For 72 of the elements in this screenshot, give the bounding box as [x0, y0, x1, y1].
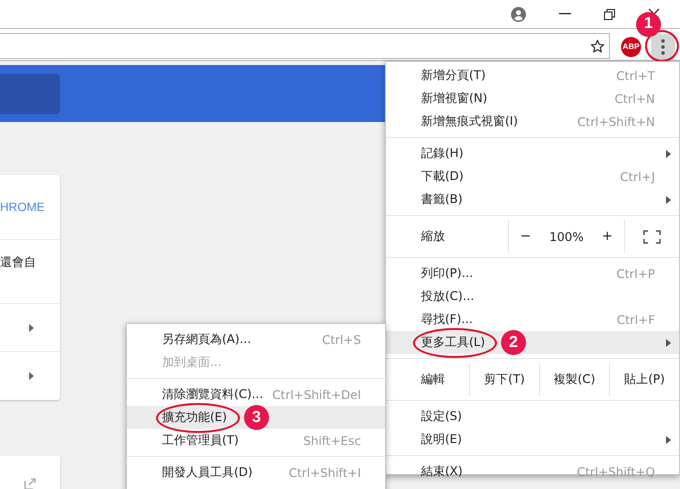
adblock-badge[interactable]: ABP — [621, 36, 641, 56]
menu-item[interactable]: 工作管理員(T) Shift+Esc — [127, 429, 385, 452]
menu-icon[interactable] — [651, 34, 675, 60]
menu-item[interactable]: 結束(X) Ctrl+Shift+Q — [386, 460, 679, 483]
shortcut-text: Ctrl+P — [616, 266, 655, 280]
profile-icon[interactable] — [511, 6, 526, 22]
shortcut-text: Ctrl+J — [620, 170, 655, 184]
menu-label: 投放(C)... — [421, 288, 474, 305]
menu-item[interactable]: 列印(P)... Ctrl+P — [386, 262, 679, 285]
menu-label: 尋找(F)... — [421, 311, 473, 328]
menu-item[interactable]: 開發人員工具(D) Ctrl+Shift+I — [127, 461, 385, 484]
zoom-in-button[interactable]: + — [598, 229, 617, 244]
shortcut-text: Ctrl+Shift+I — [288, 466, 361, 480]
menu-label: 列印(P)... — [421, 265, 474, 282]
shortcut-text: Ctrl+T — [616, 68, 655, 82]
menu-item[interactable]: 下載(D) Ctrl+J — [386, 165, 679, 188]
fullscreen-icon[interactable] — [643, 230, 661, 244]
menu-item[interactable]: 投放(C)... — [386, 285, 679, 308]
step-badge: 1 — [636, 12, 661, 36]
menu-label: 新增視窗(N) — [421, 90, 488, 107]
menu-label: 說明(E) — [421, 431, 462, 448]
shortcut-text: Ctrl+N — [614, 92, 655, 106]
menu-label: 加到桌面... — [162, 354, 222, 371]
menu-item[interactable]: 新增分頁(T) Ctrl+T — [386, 64, 679, 87]
menu-item[interactable]: 記錄(H) — [386, 142, 679, 165]
card-link[interactable]: HROME — [0, 200, 45, 214]
menu-item[interactable]: 新增視窗(N) Ctrl+N — [386, 87, 679, 110]
star-icon[interactable] — [590, 38, 605, 54]
menu-label: 新增分頁(T) — [421, 67, 486, 84]
menu-item[interactable]: 說明(E) — [386, 428, 679, 451]
edit-action-button[interactable]: 複製(C) — [539, 363, 609, 396]
menu-item[interactable]: 書籤(B) — [386, 188, 679, 211]
menu-item[interactable]: 新增無痕式視窗(I) Ctrl+Shift+N — [386, 110, 679, 133]
menu-label: 工作管理員(T) — [162, 432, 239, 449]
menu-item[interactable]: 設定(S) — [386, 405, 679, 428]
menu-label: 另存網頁為(A)... — [162, 331, 252, 348]
menu-label: 清除瀏覽資料(C)... — [162, 386, 264, 403]
menu-label: 記錄(H) — [421, 145, 464, 162]
shortcut-text: Ctrl+Shift+Q — [576, 464, 655, 478]
menu-item[interactable]: 清除瀏覽資料(C)... Ctrl+Shift+Del — [127, 383, 385, 406]
menu-label: 開發人員工具(D) — [162, 464, 253, 481]
menu-label: 新增無痕式視窗(I) — [421, 113, 518, 130]
shortcut-text: Ctrl+Shift+Del — [272, 388, 361, 402]
zoom-out-button[interactable]: − — [516, 229, 536, 244]
minimize-icon[interactable] — [559, 13, 571, 15]
chevron-icon[interactable] — [29, 372, 34, 380]
chevron-icon[interactable] — [29, 324, 34, 332]
edit-action-button[interactable]: 剪下(T) — [469, 363, 539, 396]
menu-label: 書籤(B) — [421, 191, 463, 208]
menu-label: 下載(D) — [421, 168, 464, 185]
edit-action-button[interactable]: 貼上(P) — [609, 363, 679, 396]
menu-label: 更多工具(L) — [421, 334, 486, 351]
shortcut-text: Ctrl+F — [616, 312, 655, 326]
card-text: 還會自 — [0, 254, 36, 271]
submenu-arrow-icon — [666, 339, 671, 347]
restore-icon[interactable] — [604, 8, 615, 20]
menu-label: 縮放 — [420, 228, 446, 245]
shortcut-text: Shift+Esc — [303, 434, 361, 448]
menu-label: 設定(S) — [421, 408, 462, 425]
shortcut-text: Ctrl+Shift+N — [577, 114, 655, 128]
menu-item[interactable]: 尋找(F)... Ctrl+F — [386, 308, 679, 331]
menu-label: 編輯 — [420, 371, 446, 388]
zoom-level: 100% — [549, 230, 584, 244]
address-field[interactable] — [0, 33, 610, 59]
submenu-arrow-icon — [666, 150, 671, 158]
header-block — [0, 74, 60, 114]
shortcut-text: Ctrl+S — [322, 332, 361, 346]
menu-label: 擴充功能(E) — [162, 409, 227, 426]
submenu-arrow-icon — [666, 436, 671, 444]
menu-label: 結束(X) — [421, 463, 463, 480]
submenu-arrow-icon — [666, 196, 671, 204]
menu-item[interactable]: 另存網頁為(A)... Ctrl+S — [127, 328, 385, 351]
